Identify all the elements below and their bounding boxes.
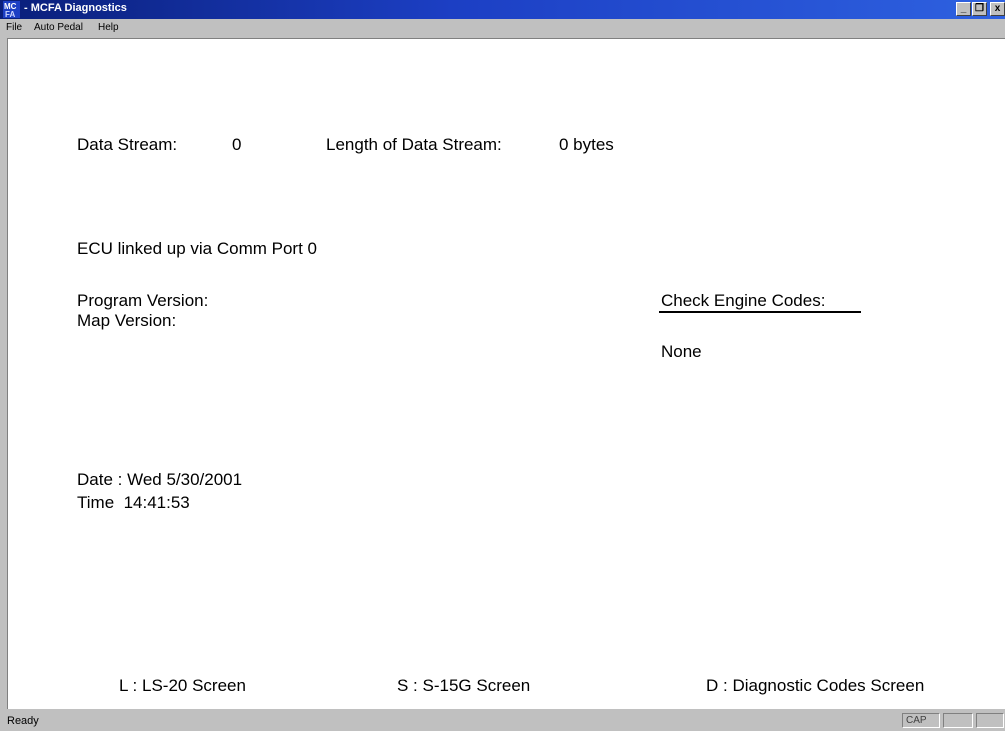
length-value: 0 bytes — [559, 135, 614, 154]
menu-bar: File Auto Pedal Help — [0, 19, 1005, 36]
close-button[interactable]: x — [990, 2, 1005, 16]
shortcut-ls20: L : LS-20 Screen — [119, 676, 246, 695]
cap-indicator: CAP — [902, 713, 940, 728]
title-bar[interactable]: MC FA - MCFA Diagnostics _ ❐ x — [0, 0, 1005, 19]
menu-auto-pedal[interactable]: Auto Pedal — [34, 22, 83, 33]
check-engine-value: None — [661, 342, 702, 361]
ecu-status: ECU linked up via Comm Port 0 — [77, 239, 317, 258]
check-engine-underline — [659, 311, 861, 313]
status-bar: Ready CAP — [0, 711, 1005, 731]
map-version-label: Map Version: — [77, 311, 177, 330]
menu-help[interactable]: Help — [98, 22, 119, 33]
svg-text:FA: FA — [5, 10, 15, 18]
minimize-button[interactable]: _ — [956, 2, 971, 16]
data-stream-label: Data Stream: — [77, 135, 178, 154]
time-line: Time 14:41:53 — [77, 493, 190, 512]
shortcut-s15g: S : S-15G Screen — [397, 676, 531, 695]
window-title: - MCFA Diagnostics — [24, 2, 127, 14]
shortcut-diagnostic-codes: D : Diagnostic Codes Screen — [706, 676, 925, 695]
num-indicator — [943, 713, 973, 728]
app-icon[interactable]: MC FA — [3, 1, 20, 18]
scrl-indicator — [976, 713, 1004, 728]
data-stream-value: 0 — [232, 135, 242, 154]
check-engine-label: Check Engine Codes: — [661, 291, 826, 310]
restore-button[interactable]: ❐ — [972, 2, 987, 16]
menu-file[interactable]: File — [6, 22, 22, 33]
date-line: Date : Wed 5/30/2001 — [77, 470, 243, 489]
program-version-label: Program Version: — [77, 291, 209, 310]
length-label: Length of Data Stream: — [326, 135, 502, 154]
status-text: Ready — [7, 715, 39, 727]
